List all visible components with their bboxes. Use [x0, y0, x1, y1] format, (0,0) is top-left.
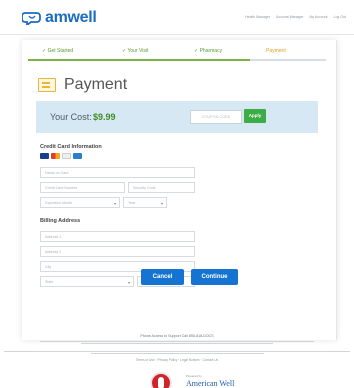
- address1-input[interactable]: Address 1: [40, 231, 195, 242]
- expiration-month-select[interactable]: Expiration Month ▾: [40, 197, 120, 208]
- medical-seal-icon: [150, 372, 172, 388]
- footer: Phone Access to Support Call 855-818-DOC…: [0, 322, 354, 388]
- footer-link-privacy[interactable]: Privacy Policy: [157, 358, 177, 362]
- legal-text: [40, 340, 314, 346]
- progress-steps: ✓ Get Started ✓ Your Visit ✓ Pharmacy Pa…: [22, 48, 336, 62]
- header-link-account-manager[interactable]: Account Manager: [276, 15, 303, 19]
- state-value: State: [45, 280, 54, 284]
- coupon-code-input[interactable]: COUPON CODE: [190, 110, 242, 124]
- header-link-log-out[interactable]: Log Out: [334, 15, 346, 19]
- page-title-text: Payment: [64, 76, 128, 93]
- discover-icon: [62, 153, 71, 159]
- page: amwell Health Manager Account Manager My…: [0, 0, 354, 388]
- support-text: Phone Access to Support Call 855-818-DOC…: [140, 334, 214, 338]
- visa-icon: [40, 153, 49, 159]
- continue-button[interactable]: Continue: [191, 269, 238, 285]
- footer-link-terms[interactable]: Terms of Use: [136, 358, 155, 362]
- step-your-visit: ✓ Your Visit: [122, 48, 149, 54]
- card-number-input[interactable]: Credit Card Number: [40, 182, 125, 193]
- chevron-down-icon: ▾: [113, 201, 116, 206]
- mastercard-icon: [51, 153, 60, 159]
- card-type-icons: [40, 153, 82, 159]
- name-on-card-input[interactable]: Name on Card: [40, 167, 195, 178]
- credit-card-section-title: Credit Card Information: [40, 144, 102, 150]
- amwell-logo[interactable]: amwell: [22, 9, 97, 27]
- payment-card-icon: [38, 78, 56, 92]
- state-select[interactable]: State ▾: [40, 276, 134, 287]
- disclaimer-text: [4, 350, 350, 355]
- security-code-input[interactable]: Security Code: [128, 182, 195, 193]
- amex-icon: [73, 153, 82, 159]
- step-pharmacy: ✓ Pharmacy: [194, 48, 223, 54]
- step-get-started: ✓ Get Started: [42, 48, 74, 54]
- page-title: Payment: [38, 76, 127, 94]
- expiration-year-select[interactable]: Year ▾: [123, 197, 167, 208]
- chat-bubble-icon: [22, 12, 41, 25]
- american-well-logo: American Well: [186, 379, 235, 388]
- expiration-year-value: Year: [128, 201, 136, 205]
- powered-by-label: Powered by: [186, 374, 202, 378]
- progress-fill: [28, 59, 250, 61]
- billing-section-title: Billing Address: [40, 218, 81, 224]
- header: amwell Health Manager Account Manager My…: [0, 0, 354, 35]
- header-link-health-manager[interactable]: Health Manager: [245, 15, 270, 19]
- cost-label: Your Cost:: [50, 112, 92, 122]
- logo-text: amwell: [45, 9, 97, 26]
- address2-input[interactable]: Address 2: [40, 246, 195, 257]
- expiration-month-value: Expiration Month: [45, 201, 72, 205]
- cancel-button[interactable]: Cancel: [141, 269, 184, 285]
- cost-box: Your Cost: $9.99 COUPON CODE Apply: [36, 101, 318, 133]
- payment-panel: ✓ Get Started ✓ Your Visit ✓ Pharmacy Pa…: [22, 40, 337, 340]
- header-link-my-account[interactable]: My Account: [309, 15, 327, 19]
- footer-link-legal[interactable]: Legal Notices: [180, 358, 199, 362]
- chevron-down-icon: ▾: [127, 280, 130, 285]
- header-nav: Health Manager Account Manager My Accoun…: [245, 15, 346, 19]
- cost-amount: $9.99: [93, 112, 116, 122]
- footer-link-contact[interactable]: Contact Us: [202, 358, 218, 362]
- chevron-down-icon: ▾: [160, 201, 163, 206]
- footer-links: Terms of Use · Privacy Policy · Legal No…: [135, 358, 219, 362]
- apply-coupon-button[interactable]: Apply: [244, 109, 266, 123]
- step-payment: Payment: [266, 48, 286, 54]
